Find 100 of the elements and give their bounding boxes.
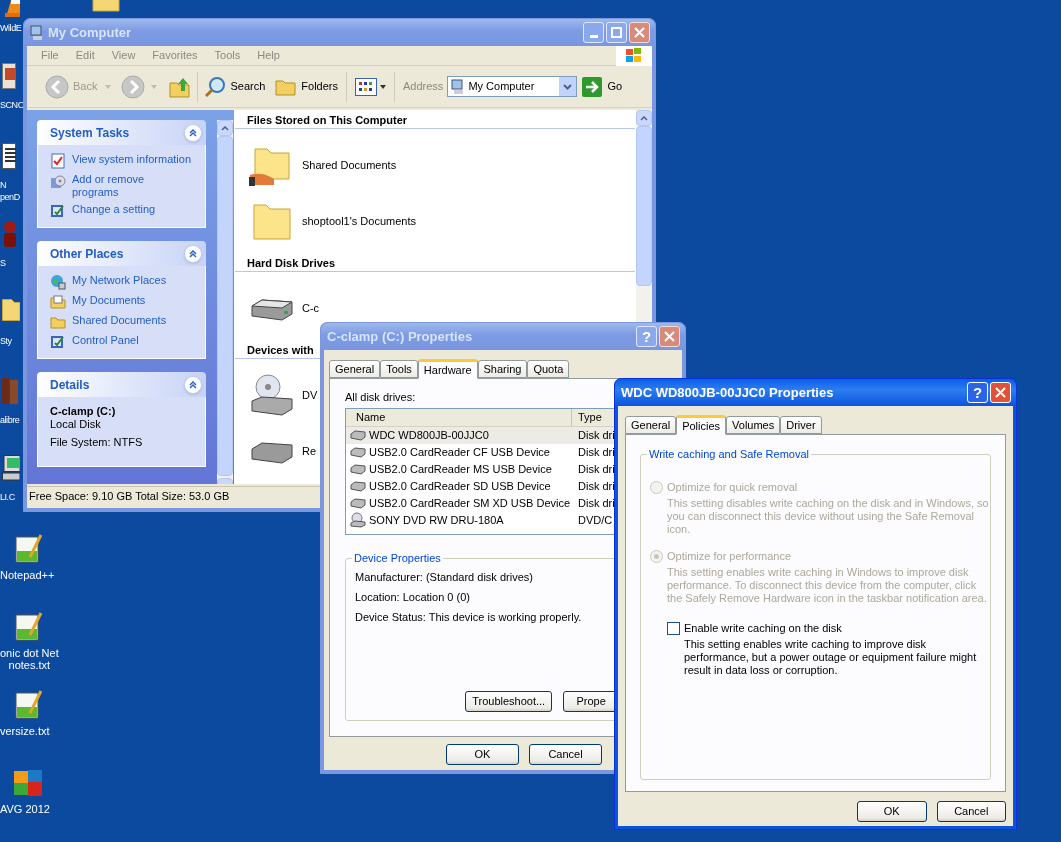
device-type: Disk dri xyxy=(577,427,615,443)
four-color-logo-icon xyxy=(12,767,44,799)
dialog-button[interactable]: Cancel xyxy=(529,744,602,765)
tab[interactable]: Tools xyxy=(380,360,418,378)
scroll-up-button[interactable] xyxy=(217,120,233,136)
address-field[interactable]: My Computer xyxy=(447,76,578,97)
dialog-button[interactable]: Troubleshoot... xyxy=(465,690,553,712)
search-button[interactable]: Search xyxy=(204,75,266,98)
double-chevron-up-icon xyxy=(189,128,197,137)
panel-title[interactable]: Details xyxy=(50,375,90,394)
folder-icon xyxy=(2,299,20,321)
item-label[interactable]: Shared Documents xyxy=(302,156,397,174)
caret-icon[interactable] xyxy=(105,84,112,89)
device-name: USB2.0 CardReader SD USB Device xyxy=(369,478,551,494)
desktop-icon-label[interactable]: Sty xyxy=(0,335,12,347)
device-type: Disk dri xyxy=(577,495,615,511)
dialog-button[interactable]: OK xyxy=(446,744,519,765)
device-name: USB2.0 CardReader CF USB Device xyxy=(369,444,550,460)
desktop-icon-label[interactable]: N xyxy=(0,179,7,191)
property-text: Manufacturer: (Standard disk drives) xyxy=(355,570,534,585)
caret-icon[interactable] xyxy=(151,84,158,89)
panel-title[interactable]: System Tasks xyxy=(50,123,130,142)
item-label[interactable]: DV xyxy=(302,386,318,404)
search-icon xyxy=(204,75,227,98)
task-link[interactable]: Control Panel xyxy=(72,334,192,347)
status-text: Free Space: 9.10 GB Total Size: 53.0 GB xyxy=(29,489,230,505)
help-button[interactable]: ? xyxy=(967,382,988,403)
application-icon xyxy=(2,63,16,89)
task-link[interactable]: View system information xyxy=(72,153,192,166)
tab[interactable]: General xyxy=(329,360,381,378)
option-description: This setting disables write caching on the disk and in Windows, so you can disconnect this device without using the Safe Removal icon. xyxy=(666,497,990,536)
section-heading: Hard Disk Drives xyxy=(247,255,336,271)
notepad-icon xyxy=(12,611,44,643)
desktop-icon-label[interactable]: S xyxy=(0,257,6,269)
tab[interactable]: General xyxy=(625,416,677,434)
close-button[interactable] xyxy=(659,326,680,347)
item-label[interactable]: C-c xyxy=(302,299,320,317)
minimize-icon xyxy=(589,35,598,38)
desktop-icon-label[interactable]: LI.C xyxy=(0,491,15,503)
device-name: USB2.0 CardReader SM XD USB Device xyxy=(369,495,571,511)
window-title: WDC WD800JB-00JJC0 Properties xyxy=(621,383,834,402)
drive-icon xyxy=(350,480,366,492)
task-link[interactable]: Change a setting xyxy=(72,203,192,216)
views-button[interactable] xyxy=(355,77,386,96)
dialog-button[interactable]: OK xyxy=(857,801,927,822)
checkbox[interactable] xyxy=(667,621,680,635)
task-link[interactable]: My Documents xyxy=(72,294,192,307)
desktop-icon-label[interactable]: notes.txt xyxy=(8,659,51,671)
control-panel-icon xyxy=(50,334,66,350)
panel-title[interactable]: Other Places xyxy=(50,244,124,263)
flag-logo-icon xyxy=(625,47,643,64)
desktop-icon-label[interactable]: AVG 2012 xyxy=(0,803,50,815)
maximize-button[interactable] xyxy=(606,22,627,43)
close-icon xyxy=(634,27,645,38)
tab[interactable]: Driver xyxy=(780,416,822,434)
option-description: This setting enables write caching to improve disk performance, but a power outage or equipment failure might result in data loss or corruption. xyxy=(683,638,978,677)
group-title: Write caching and Safe Removal xyxy=(647,448,811,461)
folder-icon xyxy=(50,314,66,330)
desktop-icon-label[interactable]: SCNC xyxy=(0,99,24,111)
desktop-icon-label[interactable]: WildE xyxy=(0,22,22,34)
device-type: Disk dri xyxy=(577,478,615,494)
checkbox-option[interactable]: Enable write caching on the disk xyxy=(667,621,978,635)
device-name: WDC WD800JB-00JJC0 xyxy=(369,427,489,443)
scroll-up-button[interactable] xyxy=(636,110,652,126)
folders-button[interactable]: Folders xyxy=(275,76,338,97)
caret-icon xyxy=(380,84,386,89)
desktop-icon-label[interactable]: alibre xyxy=(0,414,20,426)
books-icon xyxy=(2,378,18,404)
desktop-icon-label[interactable]: penD xyxy=(0,191,20,203)
close-button[interactable] xyxy=(629,22,650,43)
go-button[interactable]: Go xyxy=(582,76,623,97)
minimize-button[interactable] xyxy=(583,22,604,43)
desktop-icon-label[interactable]: versize.txt xyxy=(0,725,50,737)
desktop-icon-label[interactable]: Notepad++ xyxy=(0,569,55,581)
task-link[interactable]: Add or remove programs xyxy=(72,173,192,199)
tab[interactable]: Sharing xyxy=(477,360,528,378)
property-text: Device Status: This device is working properly. xyxy=(355,610,583,625)
tab[interactable]: Quota xyxy=(527,360,570,378)
desktop-icon-label[interactable]: onic dot Net xyxy=(0,647,59,659)
task-link[interactable]: My Network Places xyxy=(72,274,192,287)
task-link[interactable]: Shared Documents xyxy=(72,314,192,327)
tab[interactable]: Policies xyxy=(676,415,727,435)
tab[interactable]: Hardware xyxy=(417,359,478,379)
collapse-button[interactable] xyxy=(184,375,202,394)
computer-icon xyxy=(2,455,20,481)
option-description: This setting enables write caching in Windows to improve disk performance. To disconnect this device from the computer, click the Safely Remove Hardware icon in the taskbar notification area. xyxy=(666,566,988,605)
item-label[interactable]: shoptool1's Documents xyxy=(302,212,416,230)
globe-computer-icon xyxy=(50,274,66,290)
disc-box-icon xyxy=(50,173,66,189)
dialog-button[interactable]: Cancel xyxy=(936,801,1006,822)
maximize-icon xyxy=(611,27,622,38)
figure-icon xyxy=(2,221,16,247)
tab[interactable]: Volumes xyxy=(726,416,781,434)
double-chevron-up-icon xyxy=(189,380,197,389)
column-header[interactable]: Name xyxy=(346,408,572,426)
device-name: SONY DVD RW DRU-180A xyxy=(369,512,504,528)
scroll-thumb[interactable] xyxy=(636,126,652,286)
collapse-button[interactable] xyxy=(184,123,202,142)
item-label[interactable]: Re xyxy=(302,442,317,460)
collapse-button[interactable] xyxy=(184,244,202,263)
